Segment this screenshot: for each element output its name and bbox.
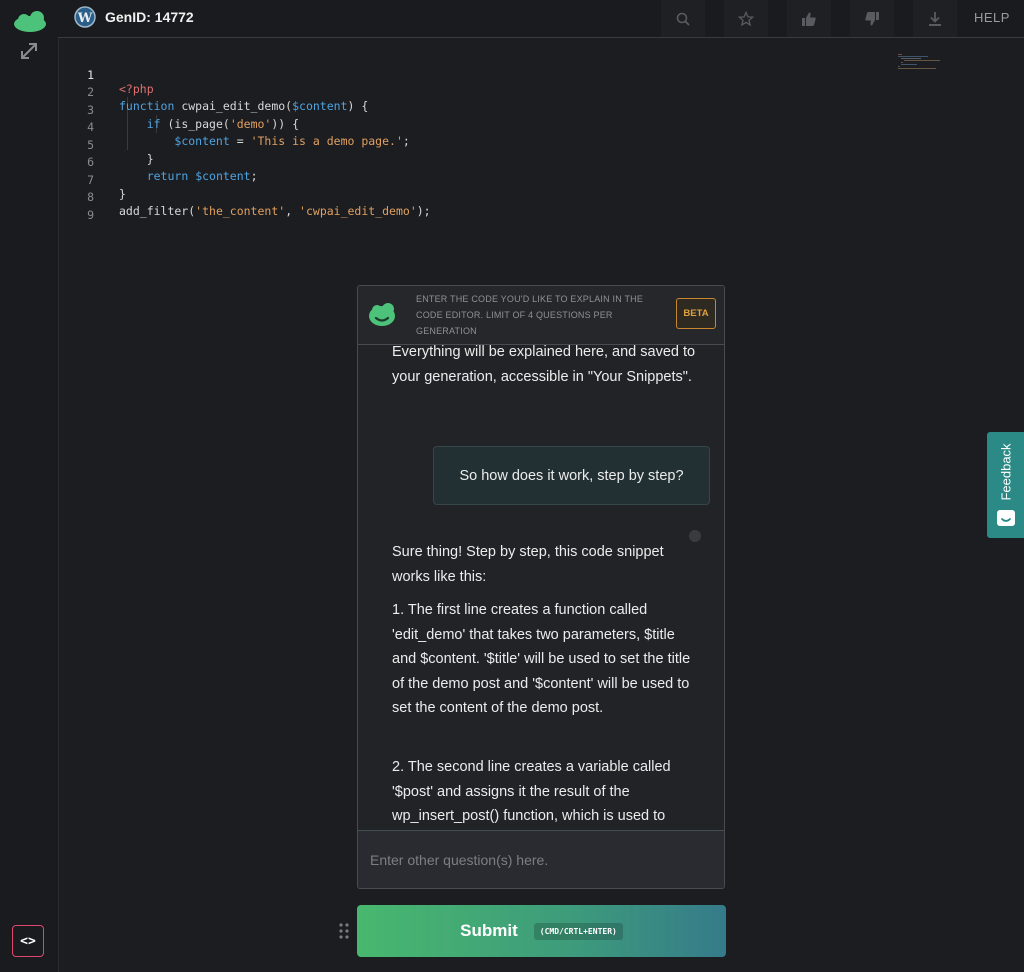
code-text: function cwpai_edit_demo($content) { xyxy=(119,99,369,113)
code-line: 3 if (is_page('demo')) { xyxy=(58,89,299,131)
code-line: 4 $content = 'This is a demo page.'; xyxy=(58,106,410,148)
code-brackets-icon: <> xyxy=(20,933,36,949)
user-message-text: So how does it work, step by step? xyxy=(459,467,684,484)
assistant-message: Everything will be explained here, and s… xyxy=(392,345,696,385)
top-bar: W GenID: 14772 HELP xyxy=(58,0,1024,38)
download-button[interactable] xyxy=(913,0,957,37)
assistant-answer-intro: Sure thing! Step by step, this code snip… xyxy=(392,544,664,585)
code-toggle-button[interactable]: <> xyxy=(12,925,44,957)
expand-icon[interactable] xyxy=(18,40,40,62)
svg-text:W: W xyxy=(77,11,93,26)
code-text: if (is_page('demo')) { xyxy=(146,117,300,131)
submit-shortcut-hint: (CMD/CRTL+ENTER) xyxy=(533,922,623,940)
code-line: 8 add_filter('the_content', 'cwpai_edit_… xyxy=(58,176,431,218)
assistant-answer-step-1: 1. The first line creates a function cal… xyxy=(392,602,691,717)
left-rail: <> xyxy=(0,0,59,972)
code-line: 7 } xyxy=(58,159,126,201)
code-line: 2 function cwpai_edit_demo($content) { xyxy=(58,71,368,113)
bot-avatar-icon xyxy=(369,303,395,326)
submit-button[interactable]: Submit (CMD/CRTL+ENTER) xyxy=(357,905,726,957)
search-button[interactable] xyxy=(661,0,705,37)
explain-panel: ENTER THE CODE YOU'D LIKE TO EXPLAIN IN … xyxy=(357,285,725,889)
code-text: add_filter('the_content', 'cwpai_edit_de… xyxy=(119,204,431,218)
feedback-smiley-icon xyxy=(997,510,1015,526)
panel-header: ENTER THE CODE YOU'D LIKE TO EXPLAIN IN … xyxy=(358,286,724,345)
gen-id-label: GenID: 14772 xyxy=(105,9,194,25)
panel-instructions: ENTER THE CODE YOU'D LIKE TO EXPLAIN IN … xyxy=(416,294,644,336)
submit-label: Submit xyxy=(460,921,518,940)
search-icon xyxy=(676,12,690,26)
code-line: 6 return $content; xyxy=(58,141,257,183)
code-editor[interactable]: 1 <?php 2 function cwpai_edit_demo($cont… xyxy=(58,38,1024,278)
star-icon xyxy=(738,10,754,26)
line-number: 9 xyxy=(87,208,94,222)
feedback-label: Feedback xyxy=(998,443,1014,501)
thumbs-up-icon xyxy=(802,12,816,26)
app-logo-icon[interactable] xyxy=(13,10,47,32)
code-text: return $content; xyxy=(146,169,258,183)
thumbs-up-button[interactable] xyxy=(787,0,831,37)
assistant-answer-step-2: 2. The second line creates a variable ca… xyxy=(392,759,671,825)
wordpress-icon: W xyxy=(74,6,96,28)
question-input[interactable] xyxy=(358,831,724,888)
help-link[interactable]: HELP xyxy=(974,10,1010,25)
thumbs-down-icon xyxy=(865,11,879,25)
code-line: 5 } xyxy=(58,124,154,166)
code-text: } xyxy=(119,187,126,201)
thumbs-down-button[interactable] xyxy=(850,0,894,37)
feedback-tab[interactable]: Feedback xyxy=(987,432,1024,538)
download-icon xyxy=(929,11,941,26)
beta-badge: BETA xyxy=(676,298,716,329)
favorite-button[interactable] xyxy=(724,0,768,37)
drag-handle-icon[interactable] xyxy=(338,922,350,940)
code-text: } xyxy=(119,152,154,166)
code-minimap[interactable] xyxy=(898,53,940,71)
code-line: 1 <?php xyxy=(58,54,154,96)
message-list[interactable]: Everything will be explained here, and s… xyxy=(358,345,724,830)
code-text: <?php xyxy=(119,82,154,96)
code-line: 9 xyxy=(58,194,94,222)
question-input-area xyxy=(358,830,724,888)
user-message: So how does it work, step by step? xyxy=(433,446,710,505)
code-text: $content = 'This is a demo page.'; xyxy=(174,134,410,148)
